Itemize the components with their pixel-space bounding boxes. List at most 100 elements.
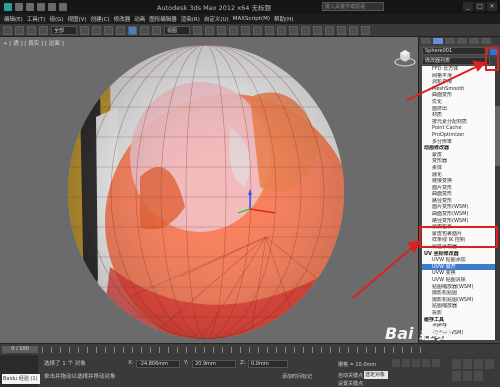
render-frame-button[interactable] xyxy=(349,25,358,35)
modifier-item[interactable]: 贴图缩放器(WSM) xyxy=(422,284,495,291)
auto-key-button[interactable]: 自动关键点 xyxy=(338,372,363,379)
schematic-view-button[interactable] xyxy=(313,25,322,35)
modifier-item[interactable]: 面挤出 xyxy=(422,106,495,113)
z-coord-field[interactable]: 0.0mm xyxy=(248,360,288,368)
spinner-snap-button[interactable] xyxy=(253,25,262,35)
menu-maxscript[interactable]: MAXScript(M) xyxy=(233,16,270,22)
menu-views[interactable]: 视图(V) xyxy=(68,15,87,23)
modifier-item[interactable]: 变形器 xyxy=(422,158,495,165)
add-time-tag-button[interactable]: 添加时间标记 xyxy=(282,373,312,380)
tab-create[interactable] xyxy=(421,38,431,44)
modifier-item[interactable]: UVW 变换 xyxy=(422,270,495,277)
modifier-item[interactable]: ProOptimizer xyxy=(422,132,495,139)
modifier-item[interactable]: 融化 xyxy=(422,172,495,179)
menu-rendering[interactable]: 渲染(R) xyxy=(181,15,200,23)
menu-customize[interactable]: 自定义(U) xyxy=(204,15,229,23)
modifier-item[interactable]: MeshSmooth xyxy=(422,86,495,93)
y-coord-field[interactable]: 20.9mm xyxy=(192,360,236,368)
curve-editor-button[interactable] xyxy=(301,25,310,35)
modifier-item[interactable]: UVW 贴图清除 xyxy=(422,277,495,284)
zoom-all-icon[interactable] xyxy=(463,359,472,369)
modifier-item[interactable]: 面片变形(WSM) xyxy=(422,204,495,211)
minimize-button[interactable]: _ xyxy=(463,2,473,11)
link-button[interactable] xyxy=(27,25,36,35)
menu-modifiers[interactable]: 修改器 xyxy=(114,15,131,23)
modifier-list-dropdown[interactable]: 修改器列表 xyxy=(422,57,490,65)
modifier-item[interactable]: UVW 贴图添加 xyxy=(422,257,495,264)
previous-frame-icon[interactable] xyxy=(402,359,410,367)
time-slider[interactable]: 0 / 100 xyxy=(2,346,38,353)
menu-create[interactable]: 创建(C) xyxy=(91,15,110,23)
redo-icon[interactable] xyxy=(59,3,67,11)
modifier-item[interactable]: 蒙皮 xyxy=(422,152,495,159)
selection-filter-dropdown[interactable]: 全部 xyxy=(51,25,77,35)
go-to-start-icon[interactable] xyxy=(392,359,400,367)
orbit-icon[interactable] xyxy=(463,371,472,381)
modifier-item-selected[interactable]: UVW 展开 xyxy=(422,263,495,271)
modifier-item[interactable]: 曲面变形 xyxy=(422,92,495,99)
modifier-item[interactable]: 贴图缩放器 xyxy=(422,303,495,310)
scale-button[interactable] xyxy=(152,25,161,35)
x-coord-field[interactable]: -24.806mm xyxy=(136,360,180,368)
snap-button[interactable] xyxy=(217,25,226,35)
modifier-item[interactable]: 优化 xyxy=(422,99,495,106)
modifier-item[interactable]: 柔体 xyxy=(422,165,495,172)
app-logo-icon[interactable] xyxy=(4,3,12,11)
reference-coord-dropdown[interactable]: 视图 xyxy=(164,25,190,35)
mirror-button[interactable] xyxy=(265,25,274,35)
modifier-item[interactable]: 路径变形 xyxy=(422,198,495,205)
track-bar[interactable] xyxy=(42,347,422,353)
set-key-button[interactable]: 设置关键点 xyxy=(338,380,363,387)
fov-icon[interactable] xyxy=(485,359,494,369)
modifier-item[interactable]: 链接变换 xyxy=(422,178,495,185)
move-button[interactable] xyxy=(128,25,137,35)
modifier-item[interactable]: 曲面变形 xyxy=(422,191,495,198)
viewcube-icon[interactable] xyxy=(394,47,416,69)
modifier-item[interactable]: 面片变形 xyxy=(422,185,495,192)
modifier-item[interactable]: Point Cache xyxy=(422,125,495,132)
maximize-button[interactable]: □ xyxy=(475,2,485,11)
material-editor-button[interactable] xyxy=(325,25,334,35)
select-object-button[interactable] xyxy=(80,25,89,35)
rect-select-button[interactable] xyxy=(104,25,113,35)
percent-snap-button[interactable] xyxy=(241,25,250,35)
tab-display[interactable] xyxy=(469,38,479,44)
key-filter-dropdown[interactable]: 选定对象 xyxy=(364,371,388,379)
unlink-button[interactable] xyxy=(39,25,48,35)
search-input[interactable]: 键入关键字或短语 xyxy=(322,2,384,11)
undo-button[interactable] xyxy=(3,25,12,35)
manipulate-button[interactable] xyxy=(205,25,214,35)
play-icon[interactable] xyxy=(412,359,420,367)
object-name-field[interactable]: Sphere001 xyxy=(422,47,488,55)
render-setup-button[interactable] xyxy=(337,25,346,35)
menu-graph-editors[interactable]: 图形编辑器 xyxy=(149,15,177,23)
open-file-icon[interactable] xyxy=(26,3,34,11)
menu-animation[interactable]: 动画 xyxy=(134,15,145,23)
modifier-item[interactable]: 曲面变形(WSM) xyxy=(422,211,495,218)
next-frame-icon[interactable] xyxy=(422,359,430,367)
rotate-button[interactable] xyxy=(140,25,149,35)
modifier-item[interactable]: 路径变形(WSM) xyxy=(422,218,495,225)
modifier-item[interactable]: 材质 xyxy=(422,112,495,119)
sphere-model[interactable] xyxy=(0,37,418,343)
modifier-item[interactable]: 投影 xyxy=(422,310,495,317)
modifier-item[interactable]: 按元素分配材质 xyxy=(422,119,495,126)
align-button[interactable] xyxy=(277,25,286,35)
select-by-name-button[interactable] xyxy=(92,25,101,35)
tab-motion[interactable] xyxy=(457,38,467,44)
render-button[interactable] xyxy=(361,25,370,35)
modifier-item[interactable]: 网格平滑 xyxy=(422,73,495,80)
tab-hierarchy[interactable] xyxy=(445,38,455,44)
window-crossing-button[interactable] xyxy=(116,25,125,35)
menu-help[interactable]: 帮助(H) xyxy=(274,15,293,23)
modifier-item[interactable]: 摄影机贴图(WSM) xyxy=(422,297,495,304)
maximize-viewport-icon[interactable] xyxy=(474,371,483,381)
modifier-item[interactable]: 多分辨率 xyxy=(422,139,495,146)
layer-manager-button[interactable] xyxy=(289,25,298,35)
new-file-icon[interactable] xyxy=(15,3,23,11)
redo-button[interactable] xyxy=(15,25,24,35)
zoom-extents-icon[interactable] xyxy=(474,359,483,369)
menu-tools[interactable]: 工具(T) xyxy=(27,15,46,23)
close-button[interactable]: ✕ xyxy=(487,2,497,11)
menu-group[interactable]: 组(G) xyxy=(49,15,63,23)
